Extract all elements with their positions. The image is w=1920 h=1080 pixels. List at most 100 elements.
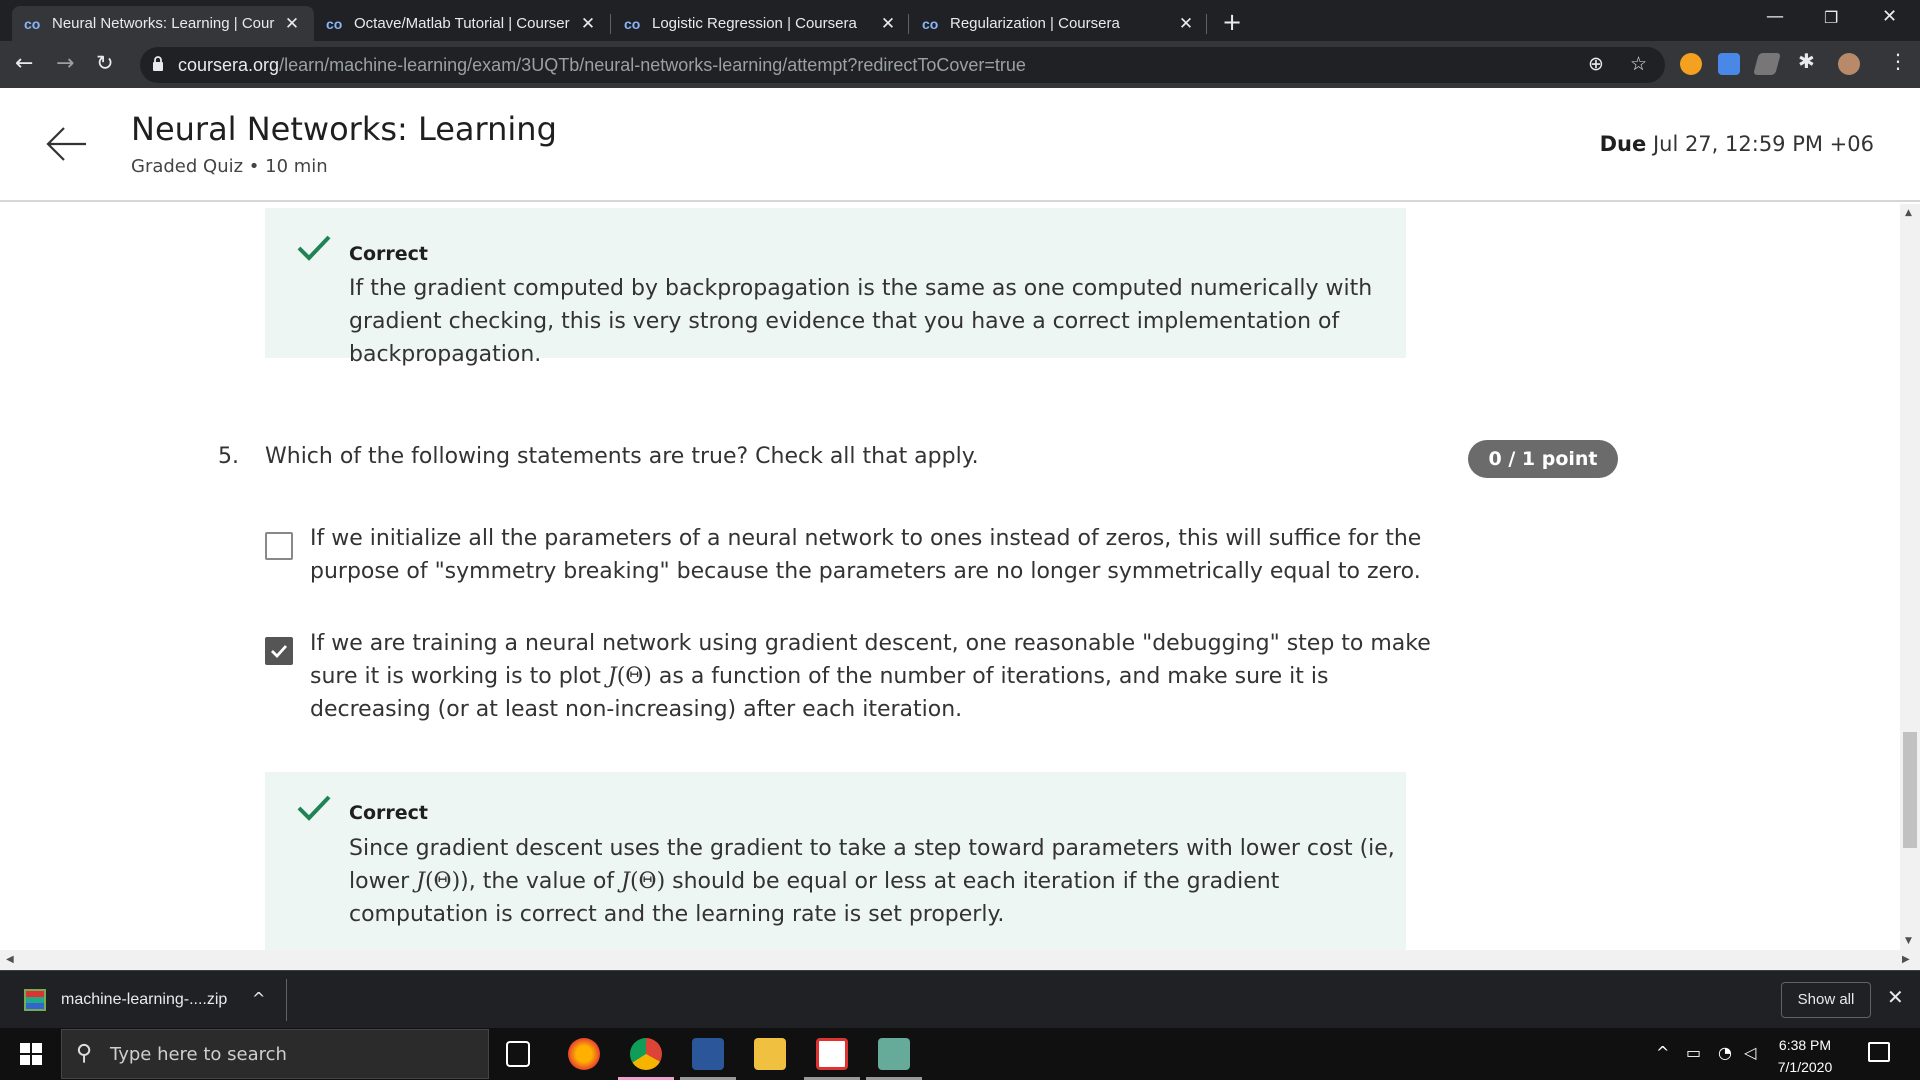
clock-date: 7/1/2020	[1777, 1059, 1833, 1075]
scrollbar-thumb[interactable]	[1903, 732, 1917, 848]
question-text: Which of the following statements are tr…	[265, 444, 979, 469]
wifi-icon[interactable]: ◔	[1718, 1043, 1732, 1062]
search-placeholder: Type here to search	[110, 1044, 287, 1065]
math-cost-function: J(Θ)	[416, 869, 460, 894]
minimize-icon[interactable]: —	[1766, 6, 1784, 27]
tab-close-icon[interactable]: ✕	[878, 14, 898, 34]
pdf-reader-icon[interactable]	[816, 1038, 848, 1070]
math-theta: (Θ)	[424, 869, 461, 894]
due-label: Due	[1599, 132, 1647, 156]
search-icon: ⚲	[76, 1041, 93, 1066]
lock-icon	[153, 56, 163, 71]
menu-kebab-icon[interactable]: ⋮	[1888, 49, 1908, 73]
tab-logistic-regression[interactable]: co Logistic Regression | Coursera ✕	[612, 6, 910, 41]
tab-separator	[1206, 14, 1207, 34]
math-cost-function: J(Θ)	[608, 664, 652, 689]
scroll-left-icon[interactable]: ◀	[6, 954, 14, 965]
reload-icon[interactable]: ↻	[96, 51, 114, 75]
extension-icon[interactable]	[1753, 53, 1781, 75]
tab-separator	[610, 14, 611, 34]
translate-extension-icon[interactable]	[1718, 53, 1740, 75]
chrome-icon[interactable]	[630, 1038, 662, 1070]
windows-taskbar: ⚲ Type here to search ^ ▭ ◔ ◁ 6:38 PM 7/…	[0, 1028, 1920, 1080]
due-date: Due Jul 27, 12:59 PM +06	[1600, 132, 1874, 156]
tray-chevron-up-icon[interactable]: ^	[1656, 1043, 1669, 1062]
coursera-favicon-icon: co	[24, 15, 41, 32]
math-theta: (Θ)	[629, 869, 666, 894]
tab-regularization[interactable]: co Regularization | Coursera ✕	[910, 6, 1208, 41]
battery-icon[interactable]: ▭	[1686, 1043, 1701, 1062]
taskbar-clock[interactable]: 6:38 PM 7/1/2020	[1760, 1034, 1850, 1078]
firefox-icon[interactable]	[568, 1038, 600, 1070]
tab-label: Neural Networks: Learning | Cour	[52, 15, 275, 32]
option-checkbox-unchecked[interactable]	[265, 532, 293, 560]
option-text: If we are training a neural network usin…	[310, 627, 1450, 726]
task-view-icon[interactable]	[506, 1041, 530, 1067]
url-path: /learn/machine-learning/exam/3UQTb/neura…	[279, 55, 1026, 75]
profile-avatar[interactable]	[1838, 53, 1860, 75]
option-checkbox-checked[interactable]	[265, 637, 293, 665]
due-value: Jul 27, 12:59 PM +06	[1652, 132, 1874, 156]
image-viewer-icon[interactable]	[878, 1038, 910, 1070]
answer-option-1[interactable]: If we initialize all the parameters of a…	[265, 522, 1445, 592]
taskbar-search-box[interactable]: ⚲ Type here to search	[61, 1029, 489, 1079]
tab-label: Logistic Regression | Coursera	[652, 15, 857, 32]
tab-neural-networks[interactable]: co Neural Networks: Learning | Cour ✕	[12, 6, 314, 41]
back-arrow-icon[interactable]	[44, 122, 88, 166]
close-window-icon[interactable]: ✕	[1882, 6, 1897, 27]
back-icon[interactable]: ←	[15, 51, 33, 76]
screen: co Neural Networks: Learning | Cour ✕ co…	[0, 0, 1920, 1080]
coursera-favicon-icon: co	[922, 15, 939, 32]
math-theta: (Θ)	[616, 664, 652, 689]
forward-icon[interactable]: →	[56, 51, 74, 76]
file-explorer-icon[interactable]	[754, 1038, 786, 1070]
extension-key-icon[interactable]	[1680, 53, 1702, 75]
feedback-status: Correct	[349, 802, 428, 824]
answer-option-2[interactable]: If we are training a neural network usin…	[265, 627, 1445, 727]
tab-octave-tutorial[interactable]: co Octave/Matlab Tutorial | Courser ✕	[314, 6, 610, 41]
close-download-shelf-icon[interactable]: ✕	[1887, 985, 1904, 1009]
scroll-right-icon[interactable]: ▶	[1902, 954, 1910, 965]
scroll-up-icon[interactable]: ▲	[1905, 208, 1912, 218]
question-number: 5.	[218, 444, 239, 469]
windows-start-icon[interactable]	[20, 1043, 42, 1065]
score-badge: 0 / 1 point	[1468, 440, 1618, 478]
feedback-text: Since gradient descent uses the gradient…	[349, 832, 1409, 931]
scroll-down-icon[interactable]: ▼	[1905, 936, 1912, 946]
math-j: J	[416, 869, 425, 894]
address-bar[interactable]: coursera.org/learn/machine-learning/exam…	[140, 47, 1665, 83]
tab-close-icon[interactable]: ✕	[1176, 14, 1196, 34]
coursera-favicon-icon: co	[624, 15, 641, 32]
download-filename[interactable]: machine-learning-....zip	[61, 991, 227, 1009]
math-j: J	[607, 664, 617, 689]
new-tab-button[interactable]: +	[1222, 8, 1242, 36]
horizontal-scrollbar[interactable]: ◀ ▶	[0, 950, 1920, 970]
checkmark-icon	[297, 235, 331, 261]
extensions-puzzle-icon[interactable]: ✱	[1798, 49, 1820, 73]
word-icon[interactable]	[692, 1038, 724, 1070]
notifications-icon[interactable]	[1868, 1042, 1890, 1062]
volume-icon[interactable]: ◁	[1744, 1043, 1756, 1062]
quiz-content: Correct If the gradient computed by back…	[0, 204, 1900, 950]
url-host: coursera.org	[178, 55, 280, 75]
zip-file-icon	[24, 989, 46, 1011]
feedback-box-question-5: Correct Since gradient descent uses the …	[265, 772, 1406, 950]
chevron-up-icon[interactable]: ^	[252, 989, 265, 1008]
tab-close-icon[interactable]: ✕	[578, 14, 598, 34]
browser-toolbar: ← → ↻ coursera.org/learn/machine-learnin…	[0, 41, 1920, 88]
feedback-box-previous: Correct If the gradient computed by back…	[265, 208, 1406, 367]
download-shelf: machine-learning-....zip ^ Show all ✕	[0, 970, 1920, 1028]
bookmark-star-icon[interactable]: ☆	[1630, 53, 1647, 75]
math-cost-function: J(Θ)	[621, 869, 665, 894]
browser-tab-bar: co Neural Networks: Learning | Cour ✕ co…	[0, 0, 1920, 41]
tab-close-icon[interactable]: ✕	[282, 14, 302, 34]
restore-icon[interactable]: ❐	[1824, 8, 1838, 27]
zoom-icon[interactable]: ⊕	[1588, 53, 1604, 75]
tab-label: Octave/Matlab Tutorial | Courser	[354, 15, 570, 32]
quiz-header: Neural Networks: Learning Graded Quiz • …	[0, 88, 1920, 202]
option-text: If we initialize all the parameters of a…	[310, 526, 1422, 584]
vertical-scrollbar[interactable]: ▲ ▼	[1900, 204, 1920, 950]
math-j: J	[621, 869, 630, 894]
show-all-button[interactable]: Show all	[1781, 982, 1871, 1018]
quiz-meta: Graded Quiz • 10 min	[131, 156, 328, 177]
